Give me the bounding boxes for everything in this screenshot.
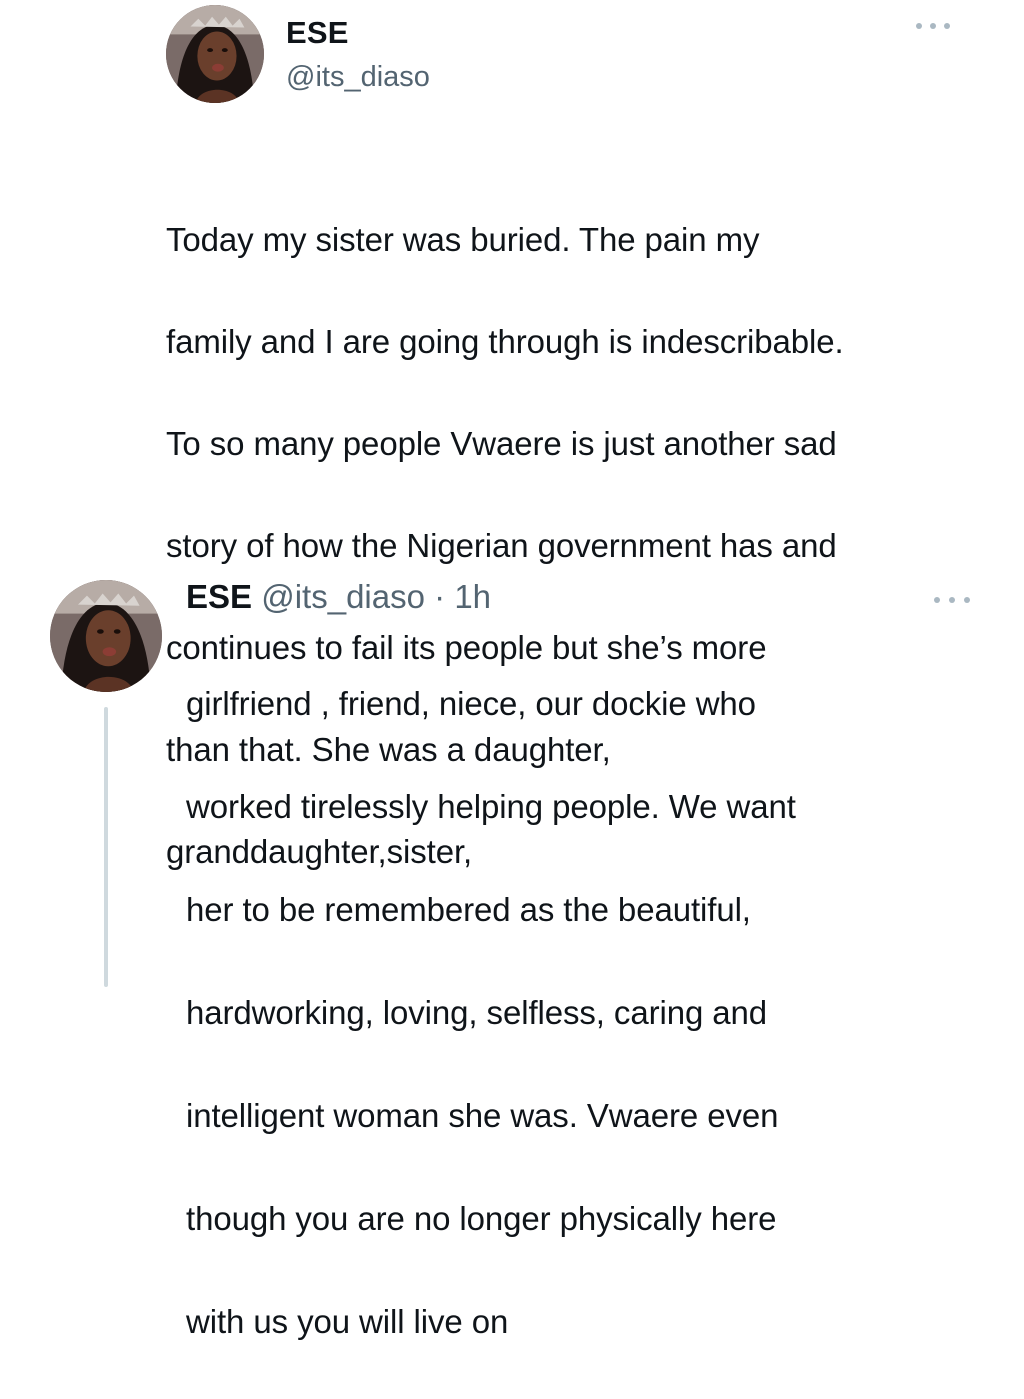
- dot: [949, 597, 955, 603]
- dot: [964, 597, 970, 603]
- avatar[interactable]: [166, 5, 264, 103]
- more-options-icon[interactable]: [934, 590, 970, 610]
- tweet-line: girlfriend , friend, niece, our dockie w…: [186, 684, 756, 722]
- profile-photo: [50, 580, 162, 692]
- display-name[interactable]: ESE: [286, 14, 349, 52]
- reply-avatar[interactable]: [50, 580, 162, 692]
- tweet-line: though you are no longer physically here: [186, 1199, 777, 1237]
- dot: [916, 23, 922, 29]
- profile-photo: [166, 5, 264, 103]
- tweet-line: her to be remembered as the beautiful,: [186, 890, 751, 928]
- timestamp[interactable]: 1h: [454, 578, 491, 615]
- tweet-line: worked tirelessly helping people. We wan…: [186, 787, 796, 825]
- thread-connector-line: [104, 707, 108, 987]
- tweet-line: hardworking, loving, selfless, caring an…: [186, 993, 768, 1031]
- display-name[interactable]: ESE: [186, 578, 252, 615]
- tweet-line: Today my sister was buried. The pain my: [166, 221, 760, 258]
- tweet-line: story of how the Nigerian government has…: [166, 527, 837, 564]
- tweet-line: intelligent woman she was. Vwaere even: [186, 1096, 779, 1134]
- dot: [934, 597, 940, 603]
- tweet-line: To so many people Vwaere is just another…: [166, 425, 837, 462]
- dot: [930, 23, 936, 29]
- tweet-line: family and I are going through is indesc…: [166, 323, 844, 360]
- tweet-line: with us you will live on: [186, 1302, 509, 1340]
- dot: [944, 23, 950, 29]
- user-handle[interactable]: @its_diaso: [261, 578, 425, 615]
- separator-dot: ·: [434, 578, 455, 615]
- reply-header: ESE @its_diaso · 1h: [186, 575, 491, 619]
- more-options-icon[interactable]: [916, 16, 950, 36]
- reply-tweet-text: girlfriend , friend, niece, our dockie w…: [186, 626, 1006, 1399]
- user-handle[interactable]: @its_diaso: [286, 59, 430, 95]
